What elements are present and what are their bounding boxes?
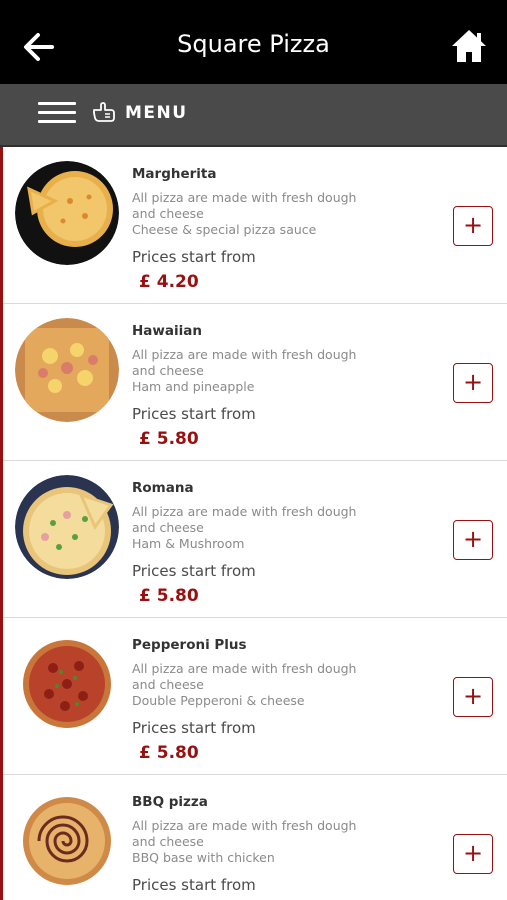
item-name: BBQ pizza — [132, 794, 208, 810]
menu-bar — [0, 84, 507, 147]
list-item: BBQ pizza All pizza are made with fresh … — [3, 775, 507, 900]
price-caption: Prices start from — [132, 562, 256, 580]
list-item: Margherita All pizza are made with fresh… — [3, 147, 507, 304]
add-button[interactable]: + — [453, 834, 493, 874]
item-detail: BBQ base with chicken — [132, 850, 275, 865]
item-description: All pizza are made with fresh dough and … — [132, 190, 357, 221]
item-description: All pizza are made with fresh dough and … — [132, 661, 357, 692]
menu-label[interactable]: MENU — [125, 103, 188, 123]
item-name: Pepperoni Plus — [132, 637, 247, 653]
item-description: All pizza are made with fresh dough and … — [132, 347, 357, 378]
page-title: Square Pizza — [177, 30, 330, 58]
home-button[interactable] — [450, 27, 488, 65]
item-detail: Ham and pineapple — [132, 379, 255, 394]
item-price: £ 5.80 — [139, 586, 199, 606]
pizza-image — [15, 789, 119, 893]
price-caption: Prices start from — [132, 248, 256, 266]
list-item: Romana All pizza are made with fresh dou… — [3, 461, 507, 618]
add-button[interactable]: + — [453, 520, 493, 560]
item-price: £ 5.80 — [139, 743, 199, 763]
item-detail: Double Pepperoni & cheese — [132, 693, 305, 708]
pointing-hand-icon — [92, 101, 116, 123]
hamburger-icon[interactable] — [38, 96, 76, 130]
item-description: All pizza are made with fresh dough and … — [132, 818, 357, 849]
item-description: All pizza are made with fresh dough and … — [132, 504, 357, 535]
product-list: Margherita All pizza are made with fresh… — [0, 147, 507, 900]
add-button[interactable]: + — [453, 677, 493, 717]
price-caption: Prices start from — [132, 405, 256, 423]
item-name: Romana — [132, 480, 194, 496]
item-detail: Cheese & special pizza sauce — [132, 222, 317, 237]
item-price: £ 4.20 — [139, 272, 199, 292]
item-name: Hawaiian — [132, 323, 202, 339]
price-caption: Prices start from — [132, 876, 256, 894]
item-name: Margherita — [132, 166, 217, 182]
pizza-image — [15, 475, 119, 579]
price-caption: Prices start from — [132, 719, 256, 737]
pizza-image — [15, 632, 119, 736]
item-price: £ 5.80 — [139, 429, 199, 449]
add-button[interactable]: + — [453, 206, 493, 246]
list-item: Hawaiian All pizza are made with fresh d… — [3, 304, 507, 461]
pizza-image — [15, 161, 119, 265]
list-item: Pepperoni Plus All pizza are made with f… — [3, 618, 507, 775]
home-icon — [452, 30, 486, 62]
pizza-image — [15, 318, 119, 422]
item-detail: Ham & Mushroom — [132, 536, 245, 551]
add-button[interactable]: + — [453, 363, 493, 403]
